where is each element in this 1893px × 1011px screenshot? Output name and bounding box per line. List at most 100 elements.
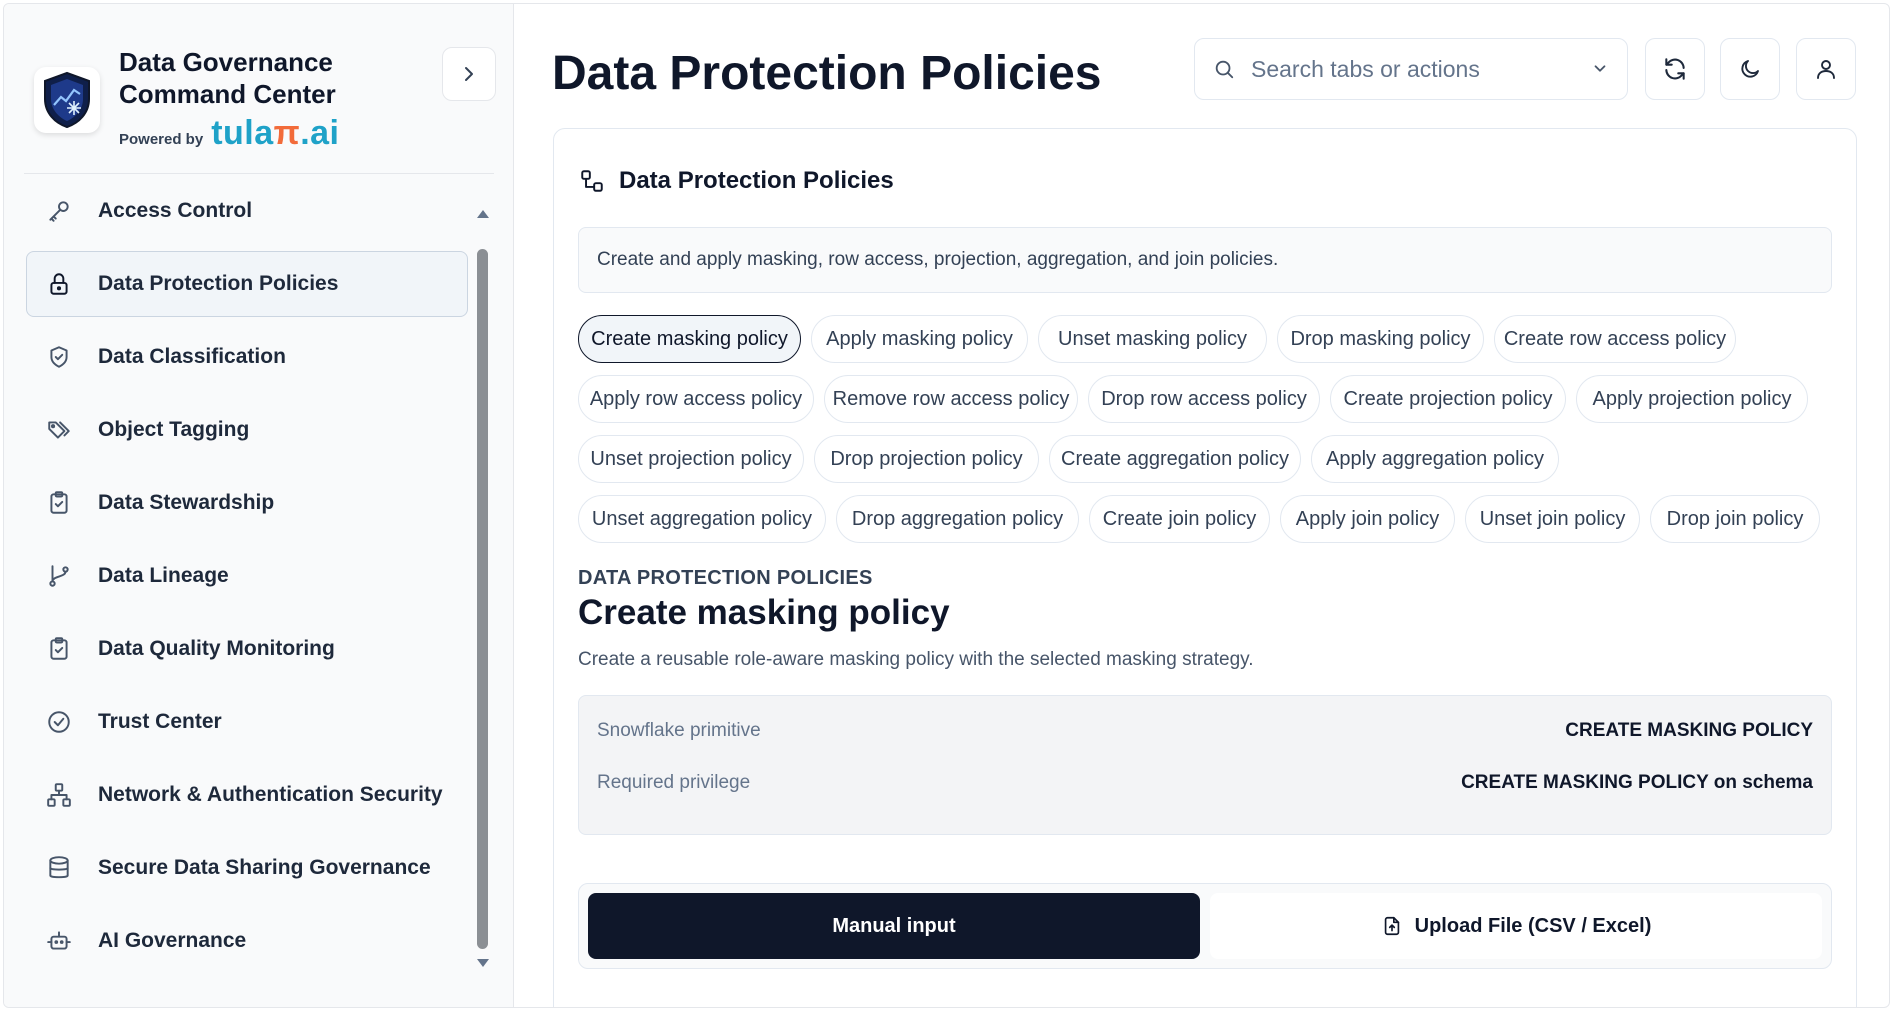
sidebar: Data Governance Command Center Powered b… [4,4,514,1007]
section-eyebrow: DATA PROTECTION POLICIES [578,567,873,589]
app-window: Data Governance Command Center Powered b… [3,3,1890,1008]
sidebar-item-label: Secure Data Sharing Governance [98,856,431,879]
info-value: CREATE MASKING POLICY [1565,720,1813,741]
info-key: Required privilege [597,772,751,793]
app-title: Data Governance Command Center [119,47,336,109]
action-chip-apply-row-access-policy[interactable]: Apply row access policy [578,375,814,423]
scroll-down-arrow-icon[interactable] [477,959,489,967]
action-chip-apply-aggregation-policy[interactable]: Apply aggregation policy [1311,435,1559,483]
page-title: Data Protection Policies [552,47,1102,100]
tags-icon [45,416,73,444]
sidebar-item-data-protection-policies[interactable]: Data Protection Policies [26,251,468,317]
sidebar-item-label: Data Quality Monitoring [98,637,335,660]
chevron-right-icon [465,67,473,81]
sidebar-divider [24,173,494,174]
sidebar-item-data-classification[interactable]: Data Classification [26,324,468,390]
git-branch-icon [45,562,73,590]
card-description: Create and apply masking, row access, pr… [578,227,1832,293]
sidebar-item-data-lineage[interactable]: Data Lineage [26,543,468,609]
action-chip-drop-projection-policy[interactable]: Drop projection policy [814,435,1039,483]
input-mode-toggle: Manual input Upload File (CSV / Excel) [578,883,1832,969]
circle-check-icon [45,708,73,736]
info-key: Snowflake primitive [597,720,761,741]
section-subtitle: Create a reusable role-aware masking pol… [578,649,1254,670]
policy-info-box: Snowflake primitive CREATE MASKING POLIC… [578,695,1832,835]
action-chip-drop-aggregation-policy[interactable]: Drop aggregation policy [836,495,1079,543]
moon-icon [1741,60,1759,78]
chevron-down-icon[interactable] [1591,60,1609,78]
action-chip-apply-join-policy[interactable]: Apply join policy [1280,495,1455,543]
sidebar-toggle-button[interactable] [442,47,496,101]
action-chip-create-projection-policy[interactable]: Create projection policy [1330,375,1566,423]
brand-logo [34,67,100,133]
action-chip-create-row-access-policy[interactable]: Create row access policy [1494,315,1736,363]
shield-icon [45,343,73,371]
sidebar-item-label: AI Governance [98,929,247,952]
sidebar-item-label: Data Classification [98,345,286,368]
action-chip-drop-masking-policy[interactable]: Drop masking policy [1277,315,1484,363]
refresh-icon [1665,58,1685,80]
powered-by-brand: tulaπ.ai [211,114,340,152]
card-header: Data Protection Policies [579,167,894,195]
upload-file-button[interactable]: Upload File (CSV / Excel) [1210,893,1822,959]
sidebar-item-label: Data Protection Policies [98,272,339,295]
lock-icon [45,270,73,298]
search-icon [1215,60,1234,79]
action-chip-unset-masking-policy[interactable]: Unset masking policy [1038,315,1267,363]
scroll-thumb[interactable] [477,249,488,949]
sidebar-item-label: Data Stewardship [98,491,275,514]
action-chip-unset-aggregation-policy[interactable]: Unset aggregation policy [578,495,826,543]
sidebar-nav: Access Control Data Protection Policies … [26,178,468,981]
clipboard-check-icon [45,635,73,663]
sidebar-item-label: Access Control [98,199,253,222]
user-icon [1817,60,1835,79]
action-chip-unset-projection-policy[interactable]: Unset projection policy [578,435,804,483]
user-profile-button[interactable] [1796,38,1856,100]
search-placeholder: Search tabs or actions [1251,55,1480,82]
theme-toggle-button[interactable] [1720,38,1780,100]
sidebar-item-label: Trust Center [98,710,222,733]
brand: Data Governance Command Center Powered b… [34,42,494,152]
sidebar-item-secure-data-sharing-governance[interactable]: Secure Data Sharing Governance [26,835,468,901]
action-chip-create-join-policy[interactable]: Create join policy [1089,495,1270,543]
file-upload-icon [1384,916,1399,936]
bot-icon [45,927,73,955]
sidebar-item-label: Network & Authentication Security [98,783,443,806]
scroll-up-arrow-icon[interactable] [477,210,489,218]
policy-card: Data Protection Policies Create and appl… [553,128,1857,1007]
info-row-required-privilege: Required privilege CREATE MASKING POLICY… [597,768,1813,798]
sidebar-item-access-control[interactable]: Access Control [26,178,468,244]
action-chip-drop-join-policy[interactable]: Drop join policy [1650,495,1820,543]
key-icon [45,197,73,225]
search-input[interactable]: Search tabs or actions [1194,38,1628,100]
sidebar-item-data-stewardship[interactable]: Data Stewardship [26,470,468,536]
action-chip-apply-projection-policy[interactable]: Apply projection policy [1576,375,1808,423]
network-icon [45,781,73,809]
action-chip-create-aggregation-policy[interactable]: Create aggregation policy [1049,435,1301,483]
powered-by: Powered by tulaπ.ai [119,114,340,153]
action-chip-remove-row-access-policy[interactable]: Remove row access policy [824,375,1078,423]
sidebar-item-trust-center[interactable]: Trust Center [26,689,468,755]
section-title: Create masking policy [578,593,950,632]
action-chip-apply-masking-policy[interactable]: Apply masking policy [811,315,1028,363]
sidebar-item-network-authentication-security[interactable]: Network & Authentication Security [26,762,468,828]
info-row-snowflake-primitive: Snowflake primitive CREATE MASKING POLIC… [597,716,1813,746]
card-title: Data Protection Policies [619,167,894,194]
sidebar-scrollbar[interactable] [471,204,495,974]
shield-logo-icon [44,71,90,129]
workflow-icon [581,170,603,192]
database-icon [45,854,73,882]
powered-by-label: Powered by [119,131,204,148]
sidebar-item-ai-governance[interactable]: AI Governance [26,908,468,974]
action-chip-unset-join-policy[interactable]: Unset join policy [1465,495,1640,543]
sidebar-item-label: Object Tagging [98,418,250,441]
action-chip-create-masking-policy[interactable]: Create masking policy [578,315,801,363]
manual-input-button[interactable]: Manual input [588,893,1200,959]
sidebar-item-data-quality-monitoring[interactable]: Data Quality Monitoring [26,616,468,682]
info-value: CREATE MASKING POLICY on schema [1461,772,1813,793]
clipboard-check-icon [45,489,73,517]
refresh-button[interactable] [1645,38,1705,100]
sidebar-item-object-tagging[interactable]: Object Tagging [26,397,468,463]
upload-file-label: Upload File (CSV / Excel) [1414,914,1652,937]
action-chip-drop-row-access-policy[interactable]: Drop row access policy [1088,375,1320,423]
